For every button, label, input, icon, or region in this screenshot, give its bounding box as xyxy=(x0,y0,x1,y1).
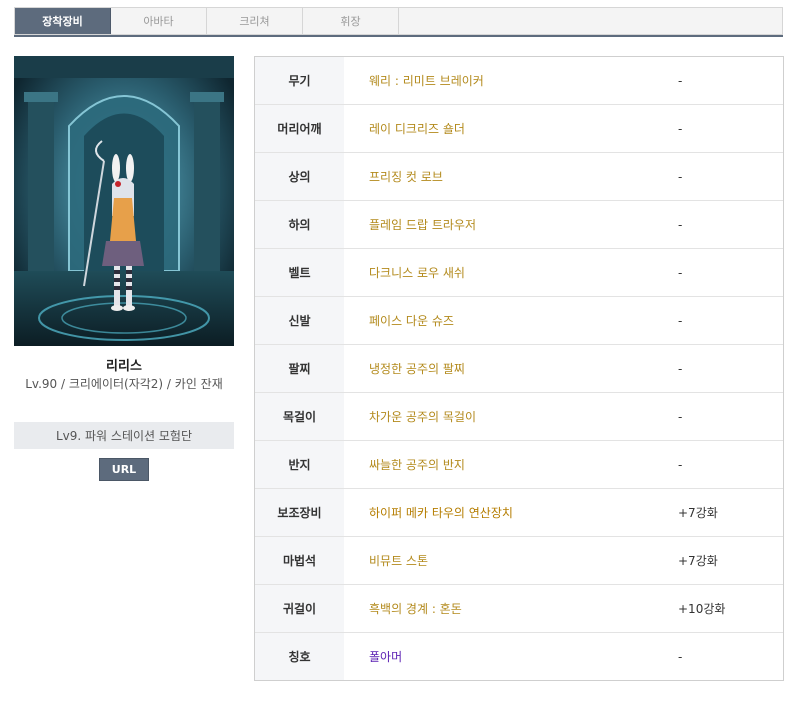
enhance-value: - xyxy=(678,217,683,232)
slot-label: 반지 xyxy=(255,441,344,488)
equipment-row: 칭호 폴아머 - xyxy=(255,633,783,680)
slot-label: 마법석 xyxy=(255,537,344,584)
item-name[interactable]: 플레임 드랍 트라우저 xyxy=(344,201,664,248)
tab-bar: 장착장비 아바타 크리쳐 휘장 xyxy=(14,7,783,35)
enhance-value: +7강화 xyxy=(678,554,718,568)
tab-underline xyxy=(14,35,783,37)
item-name[interactable]: 하이퍼 메카 타우의 연산장치 xyxy=(344,489,664,536)
tab-creature[interactable]: 크리쳐 xyxy=(207,8,303,34)
item-name[interactable]: 흑백의 경계 : 혼돈 xyxy=(344,585,664,632)
slot-label: 보조장비 xyxy=(255,489,344,536)
enhance-value: - xyxy=(678,169,683,184)
item-name[interactable]: 웨리 : 리미트 브레이커 xyxy=(344,57,664,104)
slot-label: 목걸이 xyxy=(255,393,344,440)
slot-label: 머리어깨 xyxy=(255,105,344,152)
equipment-table: 무기 웨리 : 리미트 브레이커 - 머리어깨 레이 디크리즈 숄더 - 상의 … xyxy=(254,56,784,681)
slot-label: 팔찌 xyxy=(255,345,344,392)
enhance-value: - xyxy=(678,73,683,88)
equipment-row: 벨트 다크니스 로우 새쉬 - xyxy=(255,249,783,297)
character-info: Lv.90 / 크리에이터(자각2) / 카인 잔재 xyxy=(25,377,223,391)
slot-label: 신발 xyxy=(255,297,344,344)
equipment-row: 상의 프리징 컷 로브 - xyxy=(255,153,783,201)
equipment-row: 귀걸이 흑백의 경계 : 혼돈 +10강화 xyxy=(255,585,783,633)
enhance-value: - xyxy=(678,361,683,376)
enhance-value: - xyxy=(678,121,683,136)
slot-label: 귀걸이 xyxy=(255,585,344,632)
guild-label: Lv9. 파워 스테이션 모험단 xyxy=(14,422,234,449)
enhance-value: - xyxy=(678,265,683,280)
item-name[interactable]: 차가운 공주의 목걸이 xyxy=(344,393,664,440)
item-name[interactable]: 페이스 다운 슈즈 xyxy=(344,297,664,344)
slot-label: 상의 xyxy=(255,153,344,200)
equipment-row: 신발 페이스 다운 슈즈 - xyxy=(255,297,783,345)
tab-avatar[interactable]: 아바타 xyxy=(111,8,207,34)
equipment-row: 하의 플레임 드랍 트라우저 - xyxy=(255,201,783,249)
enhance-value: - xyxy=(678,649,683,664)
equipment-row: 보조장비 하이퍼 메카 타우의 연산장치 +7강화 xyxy=(255,489,783,537)
enhance-value: - xyxy=(678,457,683,472)
item-name[interactable]: 냉정한 공주의 팔찌 xyxy=(344,345,664,392)
item-name[interactable]: 레이 디크리즈 숄더 xyxy=(344,105,664,152)
equipment-row: 무기 웨리 : 리미트 브레이커 - xyxy=(255,57,783,105)
character-name: 리리스 xyxy=(106,359,142,374)
equipment-row: 마법석 비뮤트 스톤 +7강화 xyxy=(255,537,783,585)
tab-emblem[interactable]: 휘장 xyxy=(303,8,399,34)
character-portrait xyxy=(14,56,234,346)
slot-label: 칭호 xyxy=(255,633,344,680)
item-name[interactable]: 폴아머 xyxy=(344,633,664,680)
enhance-value: - xyxy=(678,313,683,328)
item-name[interactable]: 비뮤트 스톤 xyxy=(344,537,664,584)
equipment-row: 머리어깨 레이 디크리즈 숄더 - xyxy=(255,105,783,153)
equipment-row: 팔찌 냉정한 공주의 팔찌 - xyxy=(255,345,783,393)
item-name[interactable]: 싸늘한 공주의 반지 xyxy=(344,441,664,488)
equipment-row: 목걸이 차가운 공주의 목걸이 - xyxy=(255,393,783,441)
slot-label: 하의 xyxy=(255,201,344,248)
character-illustration xyxy=(14,56,234,346)
slot-label: 벨트 xyxy=(255,249,344,296)
equipment-row: 반지 싸늘한 공주의 반지 - xyxy=(255,441,783,489)
enhance-value: +7강화 xyxy=(678,506,718,520)
enhance-value: - xyxy=(678,409,683,424)
item-name[interactable]: 프리징 컷 로브 xyxy=(344,153,664,200)
item-name[interactable]: 다크니스 로우 새쉬 xyxy=(344,249,664,296)
tab-equipment[interactable]: 장착장비 xyxy=(15,8,111,34)
enhance-value: +10강화 xyxy=(678,602,726,616)
url-button[interactable]: URL xyxy=(99,458,149,481)
slot-label: 무기 xyxy=(255,57,344,104)
